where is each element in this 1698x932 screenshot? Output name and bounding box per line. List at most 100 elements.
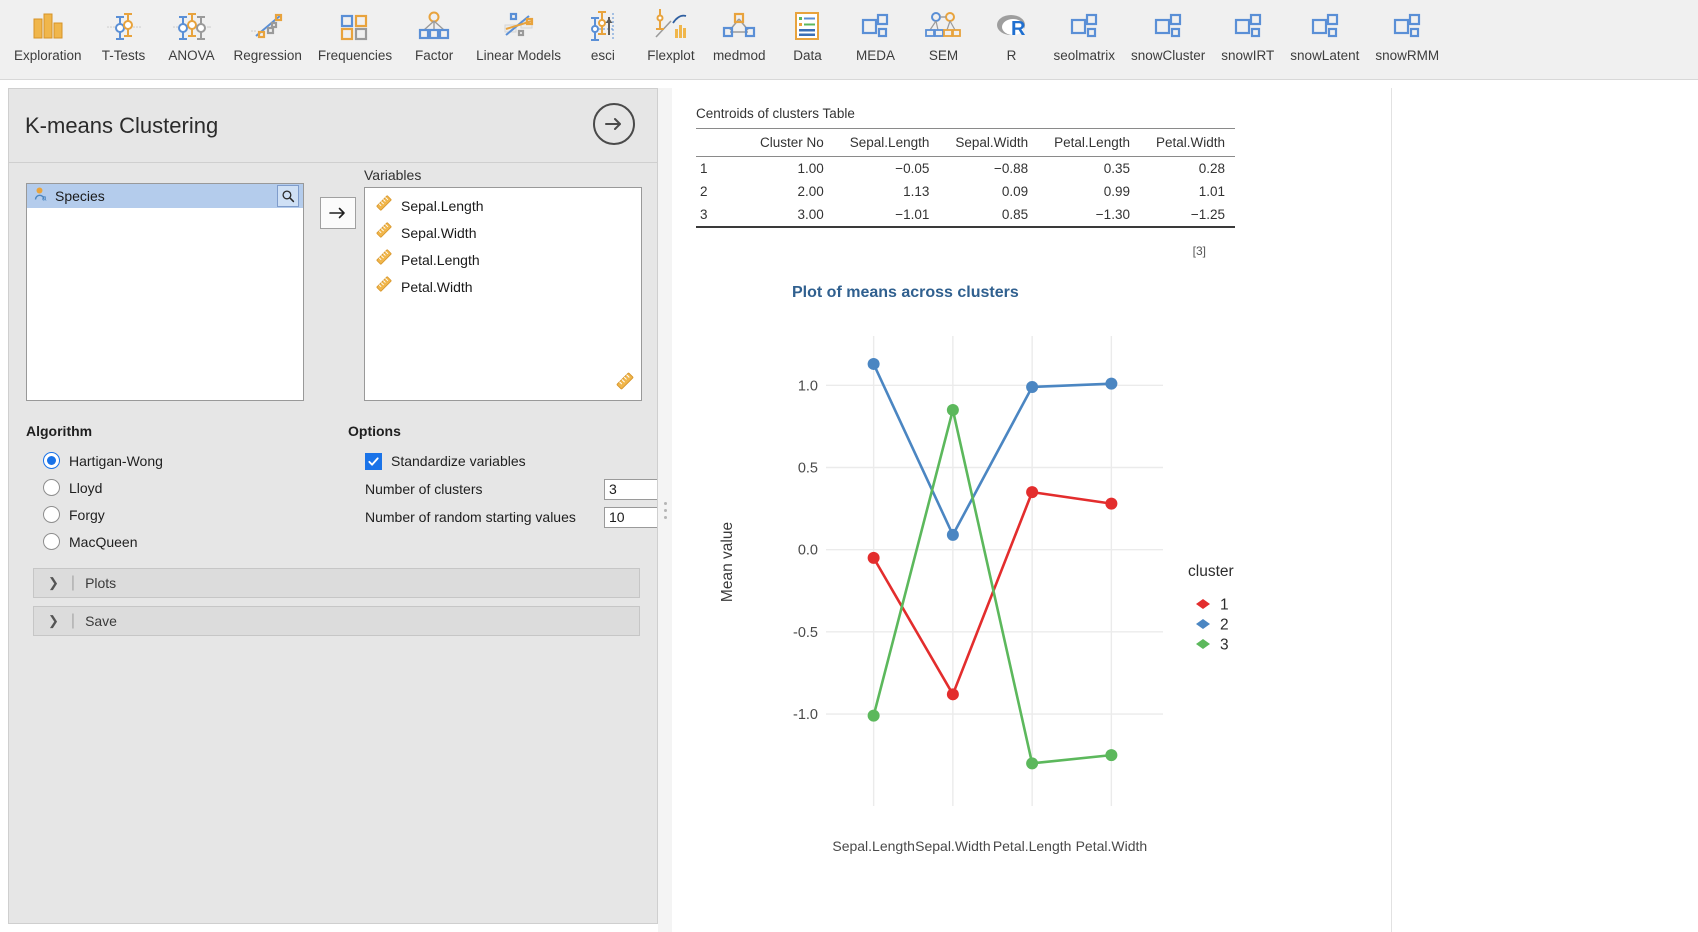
table-row: 2 2.00 1.13 0.09 0.99 1.01 (696, 180, 1235, 203)
divider: | (70, 574, 76, 591)
flexplot-icon (645, 6, 697, 46)
module-icon (1299, 6, 1351, 46)
ribbon-item-exploration[interactable]: Exploration (6, 0, 90, 64)
options-group: Options Standardize variables Number of … (348, 423, 657, 531)
ribbon-item-label: medmod (712, 48, 766, 63)
ribbon-item-anova[interactable]: ANOVA (158, 0, 226, 64)
ribbon-item-r[interactable]: RR (977, 0, 1045, 64)
sem-icon (917, 6, 969, 46)
column-header: Sepal.Width (939, 128, 1039, 157)
ribbon-item-esci[interactable]: esci (569, 0, 637, 64)
chevron-right-icon: ❯ (48, 613, 59, 628)
plot-canvas: -1.0 -0.5 0.0 0.5 1.0 Sepal.Length Sepal.Width… (696, 308, 1391, 868)
row-header: 1 (700, 161, 708, 176)
checkbox-standardize-variables[interactable]: Standardize variables (365, 447, 648, 475)
grip-dot (663, 508, 667, 512)
variable-assignment-row: a Species Variables Sepal.Length Sepal.W… (9, 167, 657, 403)
list-item[interactable]: Petal.Length (365, 246, 641, 273)
pane-splitter[interactable] (658, 88, 672, 932)
ribbon-item-label: ANOVA (168, 48, 215, 63)
ribbon-item-snowlatent[interactable]: snowLatent (1282, 0, 1367, 64)
series-point-2-3 (1105, 377, 1118, 390)
list-item[interactable]: Petal.Width (365, 273, 641, 300)
radio-label: MacQueen (69, 533, 138, 550)
ytick-label-0: -1.0 (793, 707, 818, 723)
module-icon (1058, 6, 1110, 46)
cell: −1.30 (1038, 203, 1140, 228)
ribbon-item-snowcluster[interactable]: snowCluster (1123, 0, 1213, 64)
collapsible-save[interactable]: ❯ | Save (33, 606, 640, 636)
ribbon-item-sem[interactable]: SEM (909, 0, 977, 64)
legend-label-2: 2 (1220, 617, 1229, 634)
ribbon-item-data[interactable]: Data (773, 0, 841, 64)
check-icon (368, 456, 379, 466)
ribbon-item-factor[interactable]: Factor (400, 0, 468, 64)
random-starts-input[interactable] (604, 506, 657, 528)
cell: −1.25 (1139, 203, 1235, 228)
collapsible-label: Plots (85, 575, 117, 591)
ribbon-item-flexplot[interactable]: Flexplot (637, 0, 705, 64)
column-header: Petal.Length (1038, 128, 1140, 157)
r-logo-icon: R (985, 6, 1037, 46)
module-ribbon: Exploration T-Tests ANOVA Regression Frequen… (0, 0, 1698, 80)
ribbon-item-frequencies[interactable]: Frequencies (310, 0, 400, 64)
legend-label-1: 1 (1220, 597, 1229, 614)
ribbon-item-label: Factor (415, 48, 454, 63)
ribbon-item-seolmatrix[interactable]: seolmatrix (1045, 0, 1123, 64)
module-icon (1222, 6, 1274, 46)
ribbon-item-label: Linear Models (476, 48, 561, 63)
table-row: 1 1.00 −0.05 −0.88 0.35 0.28 (696, 157, 1235, 181)
column-header: Sepal.Length (833, 128, 940, 157)
ribbon-item-meda[interactable]: MEDA (841, 0, 909, 64)
list-item[interactable]: a Species (27, 184, 303, 208)
nominal-text-icon: a (33, 186, 49, 207)
series-point-1-3 (1105, 497, 1118, 510)
list-item[interactable]: Sepal.Length (365, 192, 641, 219)
checkbox-indicator (365, 452, 382, 470)
analysis-options-pane: K-means Clustering a Species Variables S… (8, 88, 658, 924)
ribbon-item-snowirt[interactable]: snowIRT (1213, 0, 1282, 64)
ribbon-item-linear-models[interactable]: Linear Models (468, 0, 569, 64)
collapsible-plots[interactable]: ❯ | Plots (33, 568, 640, 598)
series-point-2-1 (946, 528, 959, 541)
xtick-label-1: Sepal.Width (915, 838, 990, 854)
collapsible-label: Save (85, 613, 117, 629)
table-header-row: Cluster No Sepal.Length Sepal.Width Peta… (696, 128, 1235, 157)
y-axis-label: Mean value (719, 522, 736, 602)
ribbon-item-label: snowIRT (1221, 48, 1275, 63)
series-point-3-1 (946, 403, 959, 416)
ribbon-item-snowrmm[interactable]: snowRMM (1367, 0, 1447, 64)
radio-macqueen[interactable]: MacQueen (43, 528, 336, 555)
radio-hartigan-wong[interactable]: Hartigan-Wong (43, 447, 336, 474)
svg-text:a: a (42, 193, 47, 202)
cell: 0.28 (1198, 161, 1225, 176)
ribbon-item-t-tests[interactable]: T-Tests (90, 0, 158, 64)
centroids-table: Cluster No Sepal.Length Sepal.Width Peta… (696, 128, 1235, 228)
radio-lloyd[interactable]: Lloyd (43, 474, 336, 501)
ribbon-item-regression[interactable]: Regression (226, 0, 310, 64)
options-group-title: Options (348, 423, 401, 439)
variables-target-list[interactable]: Sepal.Length Sepal.Width Petal.Length Pe… (364, 187, 642, 401)
random-starts-row: Number of random starting values (365, 503, 657, 531)
arrow-right-circle-icon[interactable] (593, 103, 635, 145)
radio-indicator (43, 506, 60, 523)
module-icon (1381, 6, 1433, 46)
ribbon-item-medmod[interactable]: medmod (705, 0, 774, 64)
list-item[interactable]: Sepal.Width (365, 219, 641, 246)
radio-forgy[interactable]: Forgy (43, 501, 336, 528)
svg-text:R: R (1011, 18, 1026, 40)
series-point-1-2 (1026, 486, 1039, 499)
move-variable-button[interactable] (320, 197, 356, 229)
linear-models-icon (493, 6, 545, 46)
column-header: Petal.Width (1139, 128, 1235, 157)
cell: 0.09 (1001, 184, 1029, 199)
regression-icon (242, 6, 294, 46)
search-icon[interactable] (277, 185, 299, 207)
continuous-ruler-icon (375, 221, 393, 244)
ytick-label-4: 1.0 (798, 378, 818, 394)
source-variables-list[interactable]: a Species (26, 183, 304, 401)
list-item-label: Petal.Width (401, 278, 473, 295)
number-of-clusters-input[interactable] (604, 478, 657, 500)
ribbon-item-label: snowRMM (1375, 48, 1440, 63)
ytick-label-1: -0.5 (793, 625, 818, 641)
